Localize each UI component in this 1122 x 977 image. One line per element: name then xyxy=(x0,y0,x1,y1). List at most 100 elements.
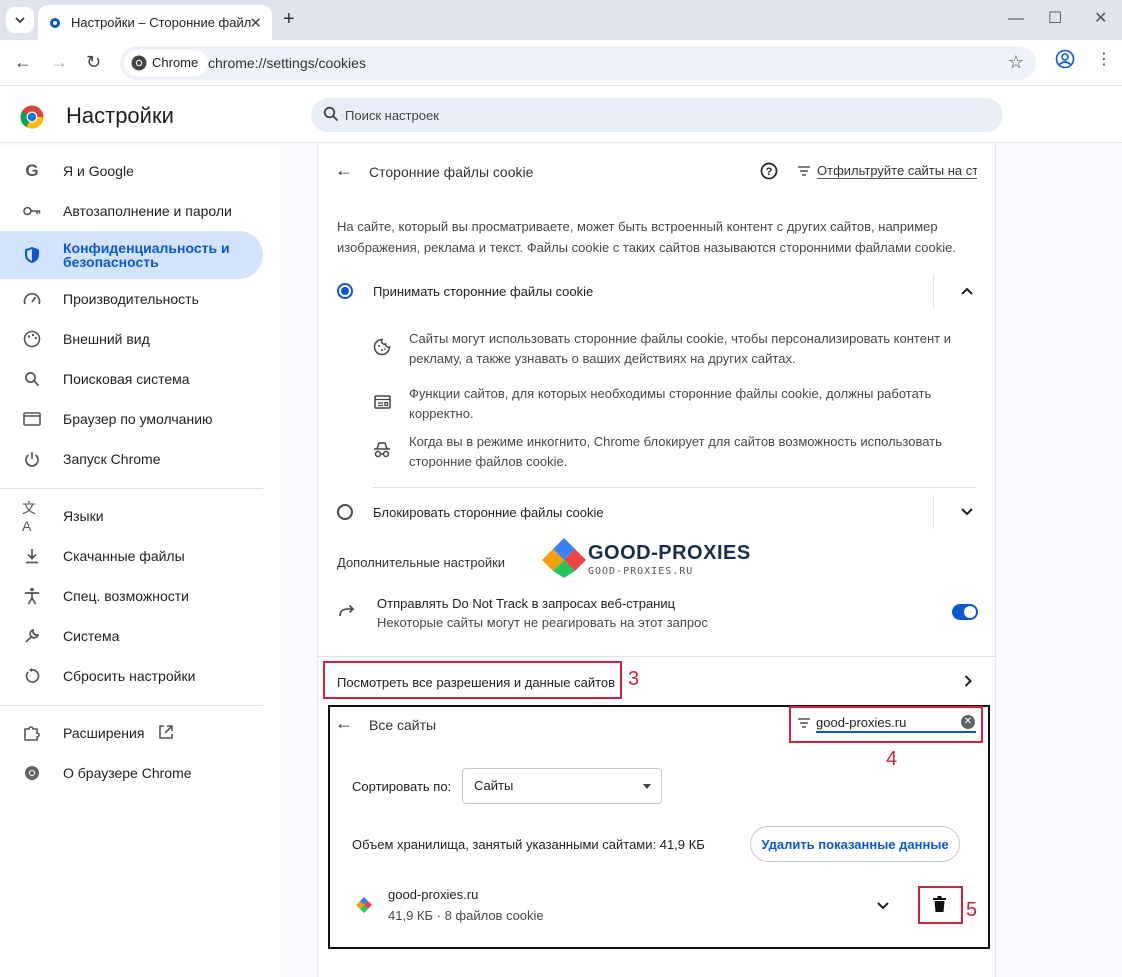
download-icon xyxy=(22,546,42,566)
allow-third-party-radio[interactable] xyxy=(337,283,353,299)
browser-window-icon xyxy=(22,409,42,429)
search-icon xyxy=(22,369,42,389)
sidebar-item-privacy[interactable]: Конфиденциальность и безопасность xyxy=(0,231,263,279)
sidebar-item-label: Конфиденциальность и безопасность xyxy=(63,240,230,270)
back-arrow-icon[interactable]: ← xyxy=(335,160,353,181)
sidebar-item-label: О браузере Chrome xyxy=(63,765,192,781)
site-name[interactable]: good-proxies.ru xyxy=(388,887,478,902)
settings-header: Настройки xyxy=(0,87,1122,143)
subpage-title: Сторонние файлы cookie xyxy=(369,164,534,180)
dropdown-caret-icon xyxy=(643,784,651,789)
chevron-down-icon[interactable] xyxy=(877,902,889,910)
google-g-icon: G xyxy=(25,161,39,180)
profile-icon[interactable] xyxy=(1055,49,1075,69)
tab-search-button[interactable] xyxy=(6,7,34,33)
watermark-brand: GOOD-PROXIES xyxy=(588,542,751,564)
annotation-step5: 5 xyxy=(966,899,978,921)
search-icon xyxy=(323,106,339,122)
sidebar-item-label: Я и Google xyxy=(63,163,134,179)
cookie-icon xyxy=(373,338,391,356)
svg-text:?: ? xyxy=(766,166,773,178)
sidebar-item-label: Производительность xyxy=(63,291,199,307)
dnt-subtitle: Некоторые сайты могут не реагировать на … xyxy=(377,615,708,630)
sidebar-item-on-startup[interactable]: Запуск Chrome xyxy=(0,439,263,479)
good-proxies-logo-icon xyxy=(542,538,586,578)
tab-title: Настройки – Сторонние файлы cookie xyxy=(71,15,251,30)
back-arrow-icon[interactable]: ← xyxy=(14,52,32,72)
delete-shown-data-button[interactable]: Удалить показанные данные xyxy=(750,826,960,862)
site-meta: 41,9 КБ · 8 файлов cookie xyxy=(388,908,544,923)
palette-icon xyxy=(22,329,42,349)
help-icon[interactable]: ? xyxy=(760,162,778,180)
sidebar-item-accessibility[interactable]: Спец. возможности xyxy=(0,576,263,616)
block-option-label[interactable]: Блокировать сторонние файлы cookie xyxy=(373,505,604,520)
sidebar-item-default-browser[interactable]: Браузер по умолчанию xyxy=(0,399,263,439)
annotation-step3: 3 xyxy=(628,668,640,690)
sidebar-item-autofill[interactable]: Автозаполнение и пароли xyxy=(0,191,263,231)
sidebar-item-label: Автозаполнение и пароли xyxy=(63,203,232,219)
annotation-step4: 4 xyxy=(886,748,898,770)
sidebar-item-label: Скачанные файлы xyxy=(63,548,185,564)
puzzle-icon xyxy=(22,723,42,743)
chevron-down-icon xyxy=(15,16,25,23)
all-sites-title: Все сайты xyxy=(369,717,437,733)
allow-detail-text: Когда вы в режиме инкогнито, Chrome блок… xyxy=(409,434,942,469)
sidebar-item-label: Внешний вид xyxy=(63,331,150,347)
active-tab[interactable]: Настройки – Сторонние файлы cookie ✕ xyxy=(38,5,272,40)
dnt-toggle[interactable] xyxy=(952,604,978,620)
sidebar-item-reset[interactable]: Сбросить настройки xyxy=(0,656,263,696)
incognito-icon xyxy=(374,442,390,458)
sidebar-item-performance[interactable]: Производительность xyxy=(0,279,263,319)
address-bar[interactable]: Chrome chrome://settings/cookies ☆ xyxy=(120,46,1036,80)
allow-detail-text: Сайты могут использовать сторонние файлы… xyxy=(409,331,951,366)
allow-option-label[interactable]: Принимать сторонние файлы cookie xyxy=(373,284,593,299)
menu-kebab-icon[interactable]: ⋮ xyxy=(1096,51,1112,69)
sidebar-item-system[interactable]: Система xyxy=(0,616,263,656)
watermark-domain: GOOD-PROXIES.RU xyxy=(588,566,694,577)
storage-usage-text: Объем хранилища, занятый указанными сайт… xyxy=(352,837,705,852)
reload-icon[interactable]: ↻ xyxy=(86,52,101,72)
sidebar-item-appearance[interactable]: Внешний вид xyxy=(0,319,263,359)
sidebar-item-label: Запуск Chrome xyxy=(63,451,161,467)
filter-icon xyxy=(798,166,810,176)
sidebar-item-you-and-google[interactable]: G Я и Google xyxy=(0,151,263,191)
sidebar-item-label: Сбросить настройки xyxy=(63,668,196,684)
filter-sites-link[interactable]: Отфильтруйте сайты на стр... xyxy=(817,163,977,179)
search-input[interactable] xyxy=(345,98,945,132)
annotation-box-step3 xyxy=(323,661,622,699)
sidebar-item-label: Поисковая система xyxy=(63,371,190,387)
sidebar-item-languages[interactable]: 文A Языки xyxy=(0,496,263,536)
sidebar-item-extensions[interactable]: Расширения xyxy=(0,713,263,753)
maximize-button[interactable]: ☐ xyxy=(1048,10,1062,28)
sidebar-item-label: Языки xyxy=(63,508,104,524)
sidebar-divider xyxy=(0,488,263,489)
minimize-button[interactable]: — xyxy=(1008,10,1024,28)
block-third-party-radio[interactable] xyxy=(337,504,353,520)
wrench-icon xyxy=(22,626,42,646)
chevron-up-icon[interactable] xyxy=(961,287,973,295)
chrome-icon xyxy=(131,55,147,71)
allow-detail-text: Функции сайтов, для которых необходимы с… xyxy=(409,386,932,421)
new-tab-button[interactable]: + xyxy=(283,9,295,29)
forward-arrow-icon[interactable]: → xyxy=(50,52,68,72)
web-panel-icon xyxy=(374,395,391,409)
site-info-chip[interactable]: Chrome xyxy=(124,50,209,76)
tab-close-icon[interactable]: ✕ xyxy=(249,14,262,32)
chevron-down-icon[interactable] xyxy=(961,508,973,516)
back-arrow-icon[interactable]: ← xyxy=(335,713,353,734)
chevron-right-icon[interactable] xyxy=(964,675,972,687)
sort-select[interactable]: Сайты xyxy=(462,768,662,804)
bookmark-star-icon[interactable]: ☆ xyxy=(1008,52,1024,73)
url-text[interactable]: chrome://settings/cookies xyxy=(208,55,366,71)
sidebar-item-label: Система xyxy=(63,628,120,644)
settings-search[interactable] xyxy=(311,98,1003,132)
close-window-button[interactable]: ✕ xyxy=(1094,10,1107,28)
sort-label: Сортировать по: xyxy=(352,779,452,794)
sidebar-item-about-chrome[interactable]: О браузере Chrome xyxy=(0,753,263,793)
sidebar-item-downloads[interactable]: Скачанные файлы xyxy=(0,536,263,576)
separator xyxy=(318,656,995,657)
key-icon xyxy=(22,201,42,221)
sidebar-item-search-engine[interactable]: Поисковая система xyxy=(0,359,263,399)
separator xyxy=(933,495,934,529)
separator xyxy=(933,274,934,308)
